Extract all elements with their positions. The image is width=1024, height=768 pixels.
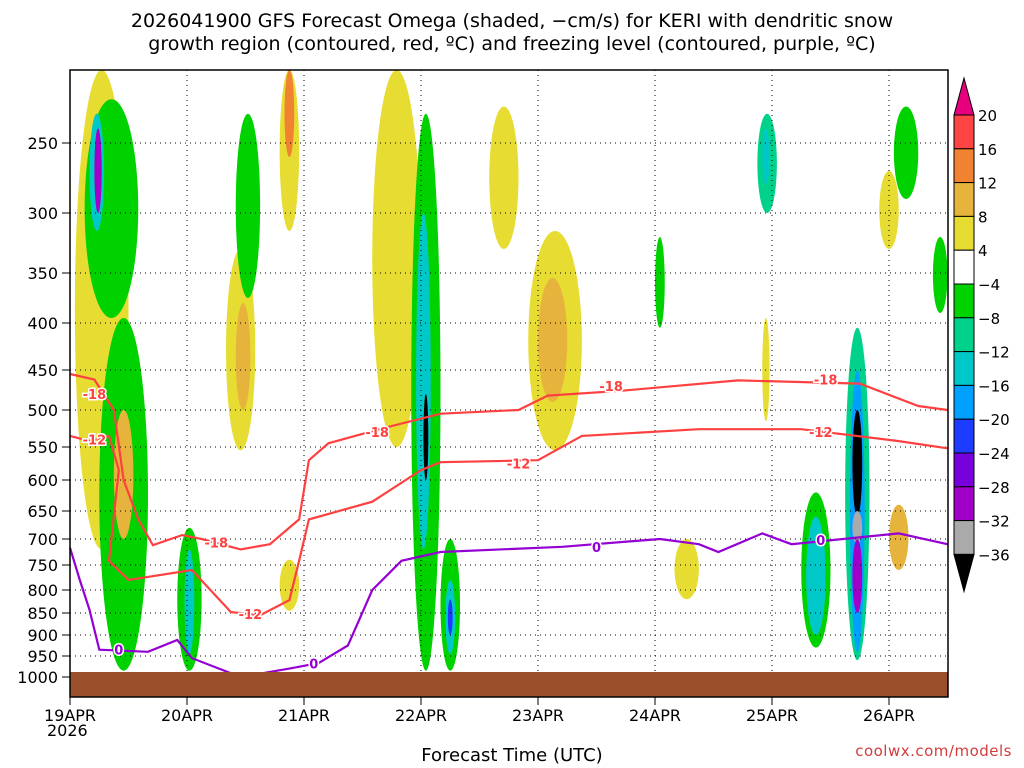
colorbar-max-arrow bbox=[953, 76, 975, 116]
colorbar-label: 4 bbox=[978, 242, 988, 260]
colorbar-bin bbox=[953, 283, 975, 319]
omega-region bbox=[235, 113, 261, 299]
y-tick-label: 750 bbox=[27, 556, 58, 575]
y-tick-label: 900 bbox=[27, 626, 58, 645]
dgz-minus12-label: -12 bbox=[83, 434, 107, 449]
omega-region bbox=[447, 599, 453, 635]
colorbar-label: −8 bbox=[978, 310, 1000, 328]
cross-section-chart: -18 -18 -18 -18 -18 -12 -12 -12 -12 0 0 0 0 250 300 35… bbox=[17, 69, 1010, 725]
y-tick-label: 950 bbox=[27, 647, 58, 666]
dgz-minus18-label: -18 bbox=[599, 380, 623, 395]
credit-link[interactable]: coolwx.com/models bbox=[855, 742, 1012, 760]
colorbar-label: −20 bbox=[978, 411, 1010, 429]
dgz-minus12-label: -12 bbox=[239, 608, 263, 623]
y-tick-label: 500 bbox=[27, 401, 58, 420]
omega-region bbox=[489, 106, 519, 249]
x-tick-label: 21APR bbox=[278, 706, 330, 725]
colorbar-label: −32 bbox=[978, 513, 1010, 531]
dgz-minus12-label: -12 bbox=[507, 458, 531, 473]
colorbar-bin bbox=[953, 486, 975, 522]
colorbar-bin bbox=[953, 114, 975, 150]
y-tick-label: 1000 bbox=[17, 668, 58, 687]
ground-surface bbox=[70, 672, 948, 697]
colorbar-min-arrow bbox=[953, 553, 975, 594]
omega-region bbox=[932, 237, 948, 313]
omega-region bbox=[184, 549, 195, 654]
colorbar-label: −28 bbox=[978, 479, 1010, 497]
omega-region bbox=[94, 128, 102, 213]
colorbar-label: 12 bbox=[978, 175, 997, 193]
colorbar-label: −12 bbox=[978, 344, 1010, 362]
omega-region bbox=[762, 128, 770, 185]
omega-region bbox=[235, 303, 251, 410]
x-tick-label: 20APR bbox=[161, 706, 213, 725]
y-tick-label: 550 bbox=[27, 438, 58, 457]
colorbar-label: −36 bbox=[978, 546, 1010, 564]
omega-region bbox=[538, 278, 568, 402]
dgz-minus18-label: -18 bbox=[205, 537, 229, 552]
colorbar-label: 16 bbox=[978, 141, 997, 159]
colorbar-bin bbox=[953, 520, 975, 555]
colorbar-bin bbox=[953, 182, 975, 217]
y-tick-label: 400 bbox=[27, 314, 58, 333]
y-tick-label: 800 bbox=[27, 581, 58, 600]
omega-region bbox=[852, 410, 863, 517]
colorbar-bin bbox=[953, 148, 975, 184]
x-tick-label: 25APR bbox=[746, 706, 798, 725]
y-tick-label: 700 bbox=[27, 530, 58, 549]
y-tick-label: 450 bbox=[27, 361, 58, 380]
x-tick-label: 23APR bbox=[512, 706, 564, 725]
dgz-minus18-label: -18 bbox=[365, 426, 389, 441]
colorbar-bin bbox=[953, 452, 975, 488]
x-tick-label: 24APR bbox=[629, 706, 681, 725]
omega-region bbox=[852, 539, 863, 613]
colorbar-bin bbox=[953, 418, 975, 454]
freezing-level-0-label: 0 bbox=[114, 644, 123, 659]
colorbar-bin bbox=[953, 249, 975, 285]
x-tick-label: 26APR bbox=[863, 706, 915, 725]
freezing-level-0-label: 0 bbox=[592, 541, 601, 556]
y-tick-label: 600 bbox=[27, 471, 58, 490]
colorbar-label: 8 bbox=[978, 208, 988, 226]
colorbar-bin bbox=[953, 351, 975, 386]
omega-region bbox=[416, 213, 431, 550]
y-tick-label: 850 bbox=[27, 604, 58, 623]
colorbar-bin bbox=[953, 317, 975, 353]
colorbar-label: −16 bbox=[978, 377, 1010, 395]
y-tick-label: 350 bbox=[27, 264, 58, 283]
omega-region bbox=[284, 70, 295, 157]
x-tick-label: 22APR bbox=[395, 706, 447, 725]
dgz-minus18-label: -18 bbox=[814, 374, 838, 389]
omega-region bbox=[655, 237, 665, 328]
freezing-level-0-label: 0 bbox=[816, 534, 825, 549]
colorbar-bin bbox=[953, 384, 975, 420]
colorbar-label: −4 bbox=[978, 276, 1000, 294]
freezing-level-0-label: 0 bbox=[309, 658, 318, 673]
omega-region bbox=[889, 504, 909, 570]
colorbar-bin bbox=[953, 215, 975, 251]
colorbar-label: −24 bbox=[978, 445, 1010, 463]
y-tick-label: 300 bbox=[27, 204, 58, 223]
colorbar-label: 20 bbox=[978, 107, 997, 125]
y-tick-label: 650 bbox=[27, 502, 58, 521]
x-axis-year: 2026 bbox=[47, 721, 88, 740]
dgz-minus12-label: -12 bbox=[809, 426, 833, 441]
y-tick-label: 250 bbox=[27, 134, 58, 153]
colorbar: 20 16 12 8 4 −4 −8 −12 −16 −20 −24 −28 −32 −36 bbox=[953, 76, 1010, 594]
dgz-minus18-label: -18 bbox=[83, 388, 107, 403]
omega-region bbox=[893, 106, 919, 199]
